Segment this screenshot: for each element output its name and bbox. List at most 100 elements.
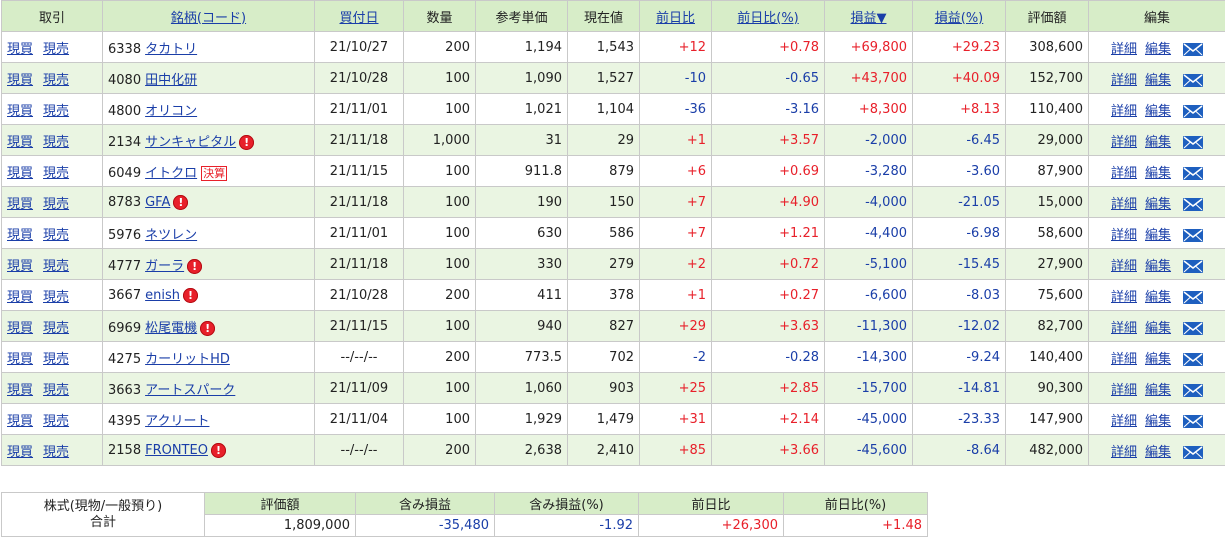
- stock-name-link[interactable]: カーリットHD: [145, 352, 230, 367]
- stock-name-link[interactable]: ネツレン: [145, 228, 197, 243]
- edit-link[interactable]: 編集: [1145, 321, 1171, 336]
- col-pl[interactable]: 損益▼: [824, 0, 913, 32]
- col-date[interactable]: 買付日: [314, 0, 404, 32]
- edit-link[interactable]: 編集: [1145, 228, 1171, 243]
- stock-name-link[interactable]: 松尾電機: [145, 321, 197, 336]
- detail-link[interactable]: 詳細: [1111, 42, 1137, 57]
- detail-link[interactable]: 詳細: [1111, 383, 1137, 398]
- edit-link[interactable]: 編集: [1145, 445, 1171, 460]
- edit-link[interactable]: 編集: [1145, 166, 1171, 181]
- mail-icon[interactable]: [1183, 321, 1204, 335]
- alert-icon[interactable]: !: [200, 320, 216, 336]
- alert-icon[interactable]: !: [210, 442, 226, 458]
- sort-change-link[interactable]: 前日比: [656, 11, 695, 26]
- edit-link[interactable]: 編集: [1145, 135, 1171, 150]
- detail-link[interactable]: 詳細: [1111, 73, 1137, 88]
- buy-link[interactable]: 現買: [7, 100, 33, 119]
- col-change[interactable]: 前日比: [639, 0, 712, 32]
- col-pl-pct[interactable]: 損益(%): [912, 0, 1006, 32]
- buy-link[interactable]: 現買: [7, 379, 33, 398]
- mail-icon[interactable]: [1183, 352, 1204, 366]
- edit-link[interactable]: 編集: [1145, 259, 1171, 274]
- sell-link[interactable]: 現売: [43, 255, 69, 274]
- mail-icon[interactable]: [1183, 104, 1204, 118]
- edit-link[interactable]: 編集: [1145, 352, 1171, 367]
- detail-link[interactable]: 詳細: [1111, 445, 1137, 460]
- buy-link[interactable]: 現買: [7, 38, 33, 57]
- sort-date-link[interactable]: 買付日: [339, 11, 378, 26]
- stock-name-link[interactable]: タカトリ: [145, 42, 197, 57]
- stock-name-link[interactable]: オリコン: [145, 104, 197, 119]
- mail-icon[interactable]: [1183, 135, 1204, 149]
- detail-link[interactable]: 詳細: [1111, 228, 1137, 243]
- edit-link[interactable]: 編集: [1145, 197, 1171, 212]
- mail-icon[interactable]: [1183, 259, 1204, 273]
- alert-icon[interactable]: !: [173, 194, 189, 210]
- sell-link[interactable]: 現売: [43, 162, 69, 181]
- alert-icon[interactable]: !: [239, 134, 255, 150]
- stock-name-link[interactable]: イトクロ: [145, 166, 197, 181]
- buy-link[interactable]: 現買: [7, 441, 33, 460]
- stock-name-link[interactable]: GFA: [145, 195, 170, 210]
- stock-name-link[interactable]: 田中化研: [145, 73, 197, 88]
- col-name[interactable]: 銘柄(コード): [102, 0, 315, 32]
- col-change-pct[interactable]: 前日比(%): [711, 0, 825, 32]
- detail-link[interactable]: 詳細: [1111, 104, 1137, 119]
- mail-icon[interactable]: [1183, 414, 1204, 428]
- sell-link[interactable]: 現売: [43, 193, 69, 212]
- detail-link[interactable]: 詳細: [1111, 321, 1137, 336]
- detail-link[interactable]: 詳細: [1111, 259, 1137, 274]
- sell-link[interactable]: 現売: [43, 348, 69, 367]
- sell-link[interactable]: 現売: [43, 317, 69, 336]
- sell-link[interactable]: 現売: [43, 131, 69, 150]
- alert-icon[interactable]: !: [187, 258, 203, 274]
- detail-link[interactable]: 詳細: [1111, 414, 1137, 429]
- sort-name-link[interactable]: 銘柄(コード): [171, 11, 246, 26]
- edit-link[interactable]: 編集: [1145, 104, 1171, 119]
- edit-link[interactable]: 編集: [1145, 42, 1171, 57]
- mail-icon[interactable]: [1183, 383, 1204, 397]
- sort-pl-link[interactable]: 損益▼: [851, 11, 887, 26]
- sort-pl-pct-link[interactable]: 損益(%): [935, 11, 984, 26]
- edit-link[interactable]: 編集: [1145, 414, 1171, 429]
- sell-link[interactable]: 現売: [43, 38, 69, 57]
- mail-icon[interactable]: [1183, 290, 1204, 304]
- edit-link[interactable]: 編集: [1145, 73, 1171, 88]
- sell-link[interactable]: 現売: [43, 69, 69, 88]
- sort-change-pct-link[interactable]: 前日比(%): [737, 11, 799, 26]
- buy-link[interactable]: 現買: [7, 131, 33, 150]
- sell-link[interactable]: 現売: [43, 224, 69, 243]
- buy-link[interactable]: 現買: [7, 255, 33, 274]
- buy-link[interactable]: 現買: [7, 410, 33, 429]
- alert-icon[interactable]: !: [182, 287, 198, 303]
- detail-link[interactable]: 詳細: [1111, 135, 1137, 150]
- buy-link[interactable]: 現買: [7, 162, 33, 181]
- stock-name-link[interactable]: アクリート: [145, 414, 209, 429]
- mail-icon[interactable]: [1183, 445, 1204, 459]
- mail-icon[interactable]: [1183, 228, 1204, 242]
- buy-link[interactable]: 現買: [7, 224, 33, 243]
- mail-icon[interactable]: [1183, 42, 1204, 56]
- mail-icon[interactable]: [1183, 73, 1204, 87]
- edit-link[interactable]: 編集: [1145, 290, 1171, 305]
- buy-link[interactable]: 現買: [7, 69, 33, 88]
- stock-name-link[interactable]: サンキャピタル: [145, 135, 236, 150]
- mail-icon[interactable]: [1183, 166, 1204, 180]
- sell-link[interactable]: 現売: [43, 379, 69, 398]
- sell-link[interactable]: 現売: [43, 410, 69, 429]
- stock-name-link[interactable]: アートスパーク: [145, 383, 235, 398]
- detail-link[interactable]: 詳細: [1111, 166, 1137, 181]
- edit-link[interactable]: 編集: [1145, 383, 1171, 398]
- buy-link[interactable]: 現買: [7, 348, 33, 367]
- sell-link[interactable]: 現売: [43, 100, 69, 119]
- detail-link[interactable]: 詳細: [1111, 352, 1137, 367]
- mail-icon[interactable]: [1183, 197, 1204, 211]
- detail-link[interactable]: 詳細: [1111, 290, 1137, 305]
- detail-link[interactable]: 詳細: [1111, 197, 1137, 212]
- buy-link[interactable]: 現買: [7, 193, 33, 212]
- buy-link[interactable]: 現買: [7, 317, 33, 336]
- stock-name-link[interactable]: enish: [145, 288, 180, 303]
- stock-name-link[interactable]: FRONTEO: [145, 443, 208, 458]
- stock-name-link[interactable]: ガーラ: [145, 259, 184, 274]
- buy-link[interactable]: 現買: [7, 286, 33, 305]
